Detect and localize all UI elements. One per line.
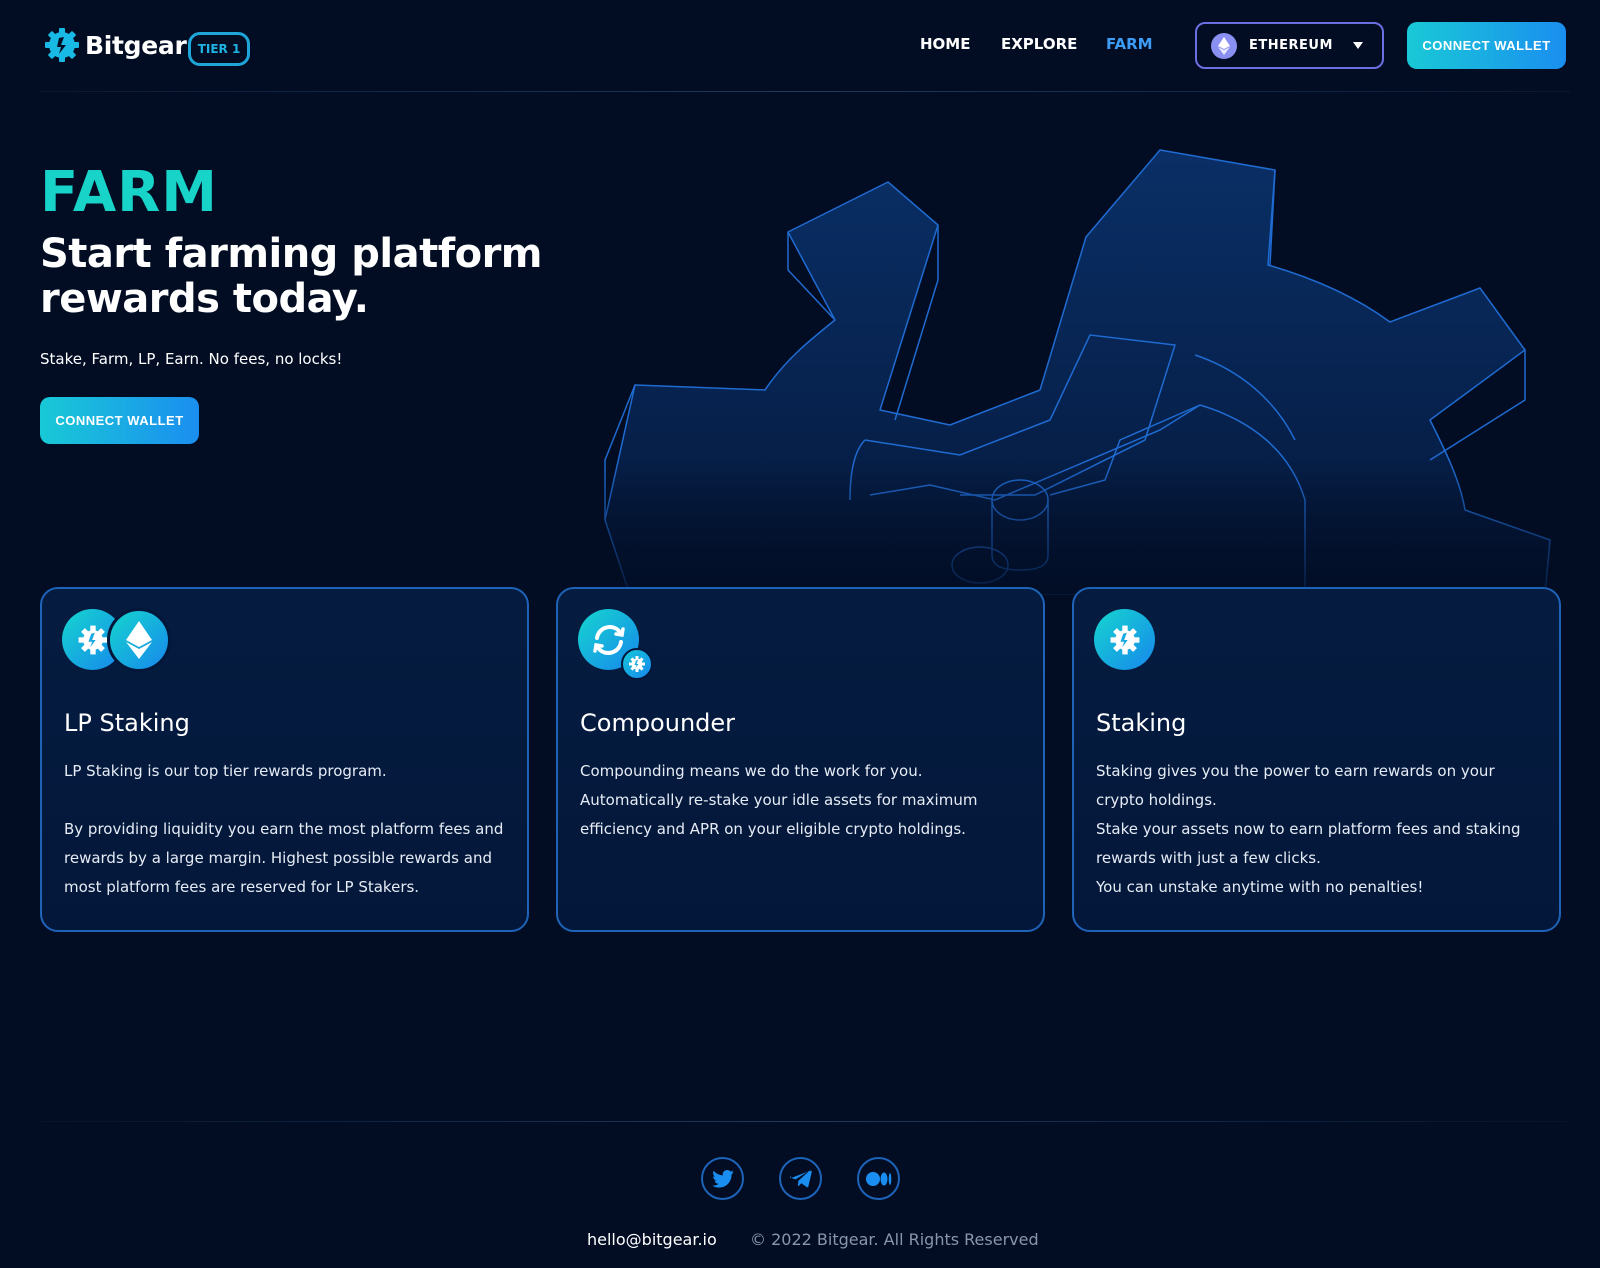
footer-divider — [40, 1121, 1570, 1122]
chevron-down-icon — [1353, 42, 1363, 49]
card-title: LP Staking — [64, 709, 190, 737]
bitgear-logo-icon — [45, 28, 79, 62]
card-text: LP Staking is our top tier rewards progr… — [64, 762, 387, 780]
site-header: Bitgear TIER 1 HOME EXPLORE FARM ETHEREU… — [0, 0, 1600, 92]
card-text: Stake your assets now to earn platform f… — [1096, 820, 1521, 867]
card-description: Compounding means we do the work for you… — [580, 757, 1030, 844]
card-text: By providing liquidity you earn the most… — [64, 820, 504, 896]
brand-name: Bitgear — [85, 30, 187, 60]
tier-badge: TIER 1 — [188, 32, 250, 66]
bitgear-coin-icon — [1094, 609, 1155, 670]
network-select[interactable]: ETHEREUM — [1195, 22, 1384, 69]
hero-subtitle: Stake, Farm, LP, Earn. No fees, no locks… — [40, 350, 343, 368]
network-label: ETHEREUM — [1249, 38, 1333, 53]
card-text: You can unstake anytime with no penaltie… — [1096, 878, 1424, 896]
nav-home[interactable]: HOME — [920, 35, 970, 53]
copyright-text: © 2022 Bitgear. All Rights Reserved — [750, 1230, 1039, 1249]
card-text: Staking gives you the power to earn rewa… — [1096, 762, 1495, 809]
telegram-icon — [789, 1170, 812, 1187]
card-description: Staking gives you the power to earn rewa… — [1096, 757, 1546, 902]
card-text: Compounding means we do the work for you… — [580, 762, 978, 838]
lp-staking-card[interactable]: LP Staking LP Staking is our top tier re… — [40, 587, 529, 932]
gear-background-illustration — [600, 140, 1600, 595]
connect-wallet-button[interactable]: CONNECT WALLET — [1407, 22, 1566, 69]
twitter-icon — [711, 1169, 734, 1188]
compounder-card[interactable]: Compounder Compounding means we do the w… — [556, 587, 1045, 932]
ethereum-icon — [1211, 32, 1237, 59]
nav-explore[interactable]: EXPLORE — [1001, 35, 1077, 53]
card-icons — [62, 608, 262, 689]
card-description: LP Staking is our top tier rewards progr… — [64, 757, 514, 902]
medium-link[interactable] — [857, 1157, 900, 1200]
brand-logo[interactable]: Bitgear — [42, 25, 187, 65]
card-icons — [1094, 609, 1294, 689]
header-divider — [40, 91, 1570, 92]
staking-card[interactable]: Staking Staking gives you the power to e… — [1072, 587, 1561, 932]
twitter-link[interactable] — [701, 1157, 744, 1200]
contact-email[interactable]: hello@bitgear.io — [587, 1230, 717, 1249]
telegram-link[interactable] — [779, 1157, 822, 1200]
card-icons — [578, 609, 778, 689]
card-title: Compounder — [580, 709, 736, 737]
medium-icon — [865, 1171, 891, 1186]
bitgear-badge-icon — [621, 648, 653, 680]
ethereum-coin-icon — [107, 608, 171, 672]
page-title: FARM — [40, 160, 219, 225]
hero-title: Start farming platform rewards today. — [40, 231, 543, 322]
nav-farm[interactable]: FARM — [1106, 35, 1153, 53]
hero-connect-wallet-button[interactable]: CONNECT WALLET — [40, 397, 199, 444]
card-title: Staking — [1096, 709, 1187, 737]
